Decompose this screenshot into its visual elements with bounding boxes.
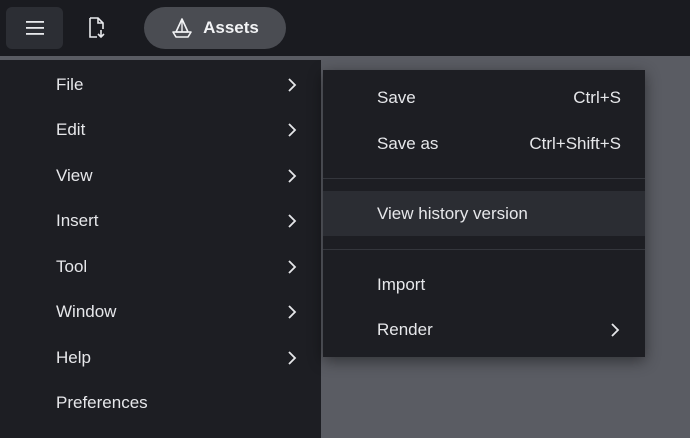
menu-item-preferences[interactable]: Preferences [0, 381, 321, 425]
shortcut-label: Ctrl+S [573, 87, 621, 107]
main-menu: File Edit View Insert Tool Window Help P… [0, 60, 321, 438]
menu-item-view[interactable]: View [0, 154, 321, 198]
top-toolbar: Assets [0, 0, 690, 56]
shortcut-label: Ctrl+Shift+S [529, 133, 621, 153]
submenu-item-label: Import [377, 274, 426, 294]
assets-label: Assets [203, 18, 259, 37]
submenu-item-label: Save as [377, 133, 439, 153]
menu-item-edit[interactable]: Edit [0, 108, 321, 152]
submenu-item-label: Save [377, 87, 416, 107]
chevron-right-icon [288, 214, 297, 228]
boat-icon [172, 18, 192, 38]
file-submenu: Save Ctrl+S Save as Ctrl+Shift+S View hi… [323, 70, 645, 357]
menu-item-label: Insert [56, 211, 99, 230]
submenu-item-render[interactable]: Render [323, 307, 645, 352]
chevron-right-icon [288, 260, 297, 274]
main-menu-button[interactable] [6, 7, 63, 49]
chevron-right-icon [288, 305, 297, 319]
chevron-right-icon [288, 169, 297, 183]
menu-item-file[interactable]: File [0, 63, 321, 107]
chevron-right-icon [288, 351, 297, 365]
chevron-right-icon [288, 78, 297, 92]
submenu-item-import[interactable]: Import [323, 262, 645, 307]
menu-divider [323, 249, 645, 250]
menu-item-insert[interactable]: Insert [0, 199, 321, 243]
export-button[interactable] [76, 7, 118, 49]
chevron-right-icon [611, 322, 620, 337]
file-export-icon [89, 17, 105, 39]
menu-item-label: Tool [56, 257, 88, 276]
submenu-item-save[interactable]: Save Ctrl+S [323, 75, 645, 120]
chevron-right-icon [288, 123, 297, 137]
submenu-item-save-as[interactable]: Save as Ctrl+Shift+S [323, 121, 645, 166]
menu-item-label: Preferences [56, 393, 148, 412]
menu-item-tool[interactable]: Tool [0, 245, 321, 289]
submenu-item-label: View history version [377, 203, 528, 223]
menu-divider [323, 178, 645, 179]
menu-item-label: Window [56, 302, 117, 321]
menu-item-label: Help [56, 348, 91, 367]
submenu-item-label: Render [377, 319, 433, 339]
hamburger-icon [25, 21, 44, 35]
menu-item-help[interactable]: Help [0, 336, 321, 380]
submenu-item-view-history-version[interactable]: View history version [323, 191, 645, 236]
assets-button[interactable]: Assets [144, 7, 286, 49]
menu-item-label: View [56, 166, 93, 185]
menu-item-label: Edit [56, 120, 86, 139]
menu-item-label: File [56, 75, 84, 94]
menu-item-window[interactable]: Window [0, 290, 321, 334]
